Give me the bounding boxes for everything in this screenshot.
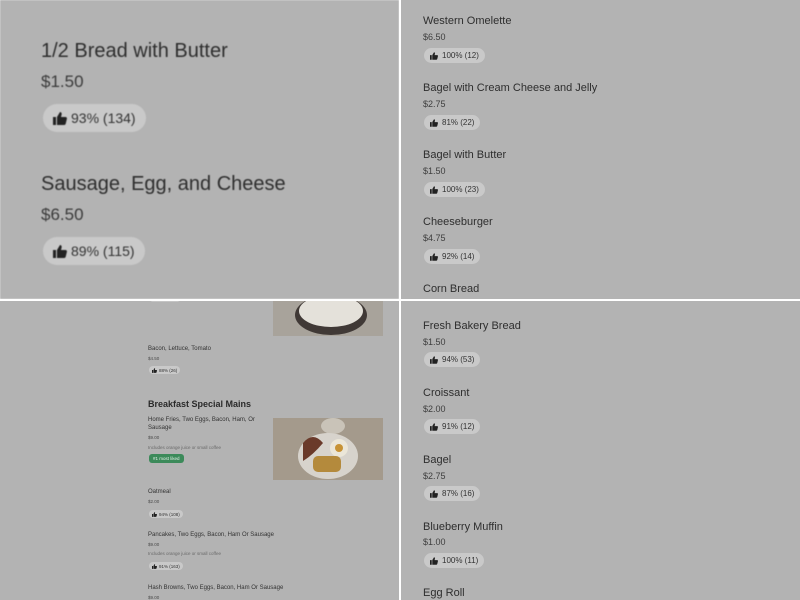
- thumbs-up-icon: [430, 51, 438, 60]
- item-name[interactable]: Cheeseburger: [423, 216, 493, 228]
- item-price: $1.50: [41, 72, 84, 91]
- bottom-right-panel: Fresh Bakery Bread $1.50 94% (53) Croiss…: [401, 301, 800, 600]
- rating-text: 94% (53): [442, 355, 475, 364]
- item-price: $2.75: [423, 99, 446, 109]
- thumbs-up-icon: [430, 252, 438, 261]
- thumbs-up-icon: [152, 511, 157, 517]
- section-title: Breakfast Special Mains: [148, 399, 252, 409]
- rating-badge: 92% (14): [424, 249, 481, 264]
- rating-badge: 88% (26): [149, 366, 181, 374]
- top-left-panel: 1/2 Bread with Butter $1.50 93% (134) Sa…: [0, 0, 399, 299]
- item-name[interactable]: Croissant: [423, 387, 469, 399]
- thumbs-up-icon: [53, 244, 67, 258]
- thumbs-up-icon: [430, 422, 438, 431]
- item-price: $9.00: [148, 435, 160, 440]
- rating-badge: 91% (12): [424, 419, 481, 434]
- item-price: $1.50: [423, 166, 446, 176]
- thumbs-up-icon: [430, 185, 438, 194]
- item-name[interactable]: Home Fries, Two Eggs, Bacon, Ham, Or Sau…: [148, 417, 268, 432]
- rating-text: 88% (26): [159, 367, 178, 373]
- breakfast-photo: [273, 418, 383, 480]
- rating-badge: 100% (11): [424, 553, 485, 568]
- thumbs-up-icon: [53, 111, 67, 125]
- item-name[interactable]: Bagel with Butter: [423, 149, 506, 161]
- rating-text: 81% (22): [442, 118, 475, 127]
- item-name[interactable]: Corn Bread: [423, 283, 479, 295]
- cake-photo: [273, 301, 383, 336]
- item-name[interactable]: Egg Roll: [423, 587, 465, 599]
- previous-item-pill-fragment: [150, 301, 180, 302]
- rating-badge: 100% (12): [424, 48, 485, 63]
- item-name[interactable]: Fresh Bakery Bread: [423, 320, 521, 332]
- thumbs-up-icon: [430, 355, 438, 364]
- rating-badge: 94% (108): [149, 510, 183, 518]
- thumbs-up-icon: [430, 118, 438, 127]
- rating-text: 89% (115): [71, 243, 135, 259]
- rating-text: 91% (12): [442, 422, 475, 431]
- item-name[interactable]: Pancakes, Two Eggs, Bacon, Ham Or Sausag…: [148, 532, 274, 538]
- rating-text: 100% (12): [442, 51, 479, 60]
- rating-text: 94% (108): [159, 511, 180, 517]
- item-name[interactable]: Sausage, Egg, and Cheese: [41, 173, 286, 196]
- rating-badge: 93% (134): [43, 104, 146, 132]
- rating-text: 100% (23): [442, 185, 479, 194]
- rating-text: 91% (163): [159, 563, 180, 569]
- rating-badge: 100% (23): [424, 182, 485, 197]
- item-price: $2.75: [423, 471, 446, 481]
- cake-image: [273, 301, 383, 336]
- item-price: $6.50: [41, 205, 84, 224]
- item-name[interactable]: Western Omelette: [423, 15, 511, 27]
- item-name[interactable]: 1/2 Bread with Butter: [41, 40, 228, 63]
- rating-text: 100% (11): [442, 556, 479, 565]
- item-price: $4.75: [423, 233, 446, 243]
- item-price: $2.00: [148, 499, 160, 504]
- rating-badge: 81% (22): [424, 115, 481, 130]
- item-note: Includes orange juice or small coffee: [148, 551, 221, 556]
- item-price: $4.50: [148, 356, 160, 361]
- thumbs-up-icon: [152, 367, 157, 373]
- rating-text: 92% (14): [442, 252, 475, 261]
- thumbs-up-icon: [152, 563, 157, 569]
- item-price: $2.00: [423, 404, 446, 414]
- item-price: $6.50: [423, 32, 446, 42]
- item-name[interactable]: Hash Browns, Two Eggs, Bacon, Ham Or Sau…: [148, 585, 283, 591]
- item-name[interactable]: Bagel with Cream Cheese and Jelly: [423, 82, 597, 94]
- rating-badge: 94% (53): [424, 352, 481, 367]
- top-right-panel: Western Omelette $6.50 100% (12) Bagel w…: [401, 0, 800, 299]
- item-note: Includes orange juice or small coffee: [148, 445, 221, 450]
- most-liked-badge: #1 most liked: [149, 454, 184, 463]
- bottom-left-panel: Bacon, Lettuce, Tomato $4.50 88% (26) Br…: [0, 301, 399, 600]
- rating-badge: 89% (115): [43, 237, 145, 265]
- rating-badge: 91% (163): [149, 562, 183, 570]
- item-price: $1.00: [423, 537, 446, 547]
- rating-badge: 87% (16): [424, 486, 481, 501]
- item-name[interactable]: Bagel: [423, 454, 451, 466]
- item-name[interactable]: Bacon, Lettuce, Tomato: [148, 346, 211, 352]
- item-price: $9.00: [148, 595, 160, 600]
- item-price: $9.00: [148, 542, 160, 547]
- thumbs-up-icon: [430, 489, 438, 498]
- breakfast-image: [273, 418, 383, 480]
- item-price: $1.50: [423, 337, 446, 347]
- thumbs-up-icon: [430, 556, 438, 565]
- rating-text: 87% (16): [442, 489, 475, 498]
- rating-text: 93% (134): [71, 110, 136, 126]
- horizontal-divider: [0, 299, 800, 301]
- item-name[interactable]: Blueberry Muffin: [423, 521, 503, 533]
- item-name[interactable]: Oatmeal: [148, 489, 171, 495]
